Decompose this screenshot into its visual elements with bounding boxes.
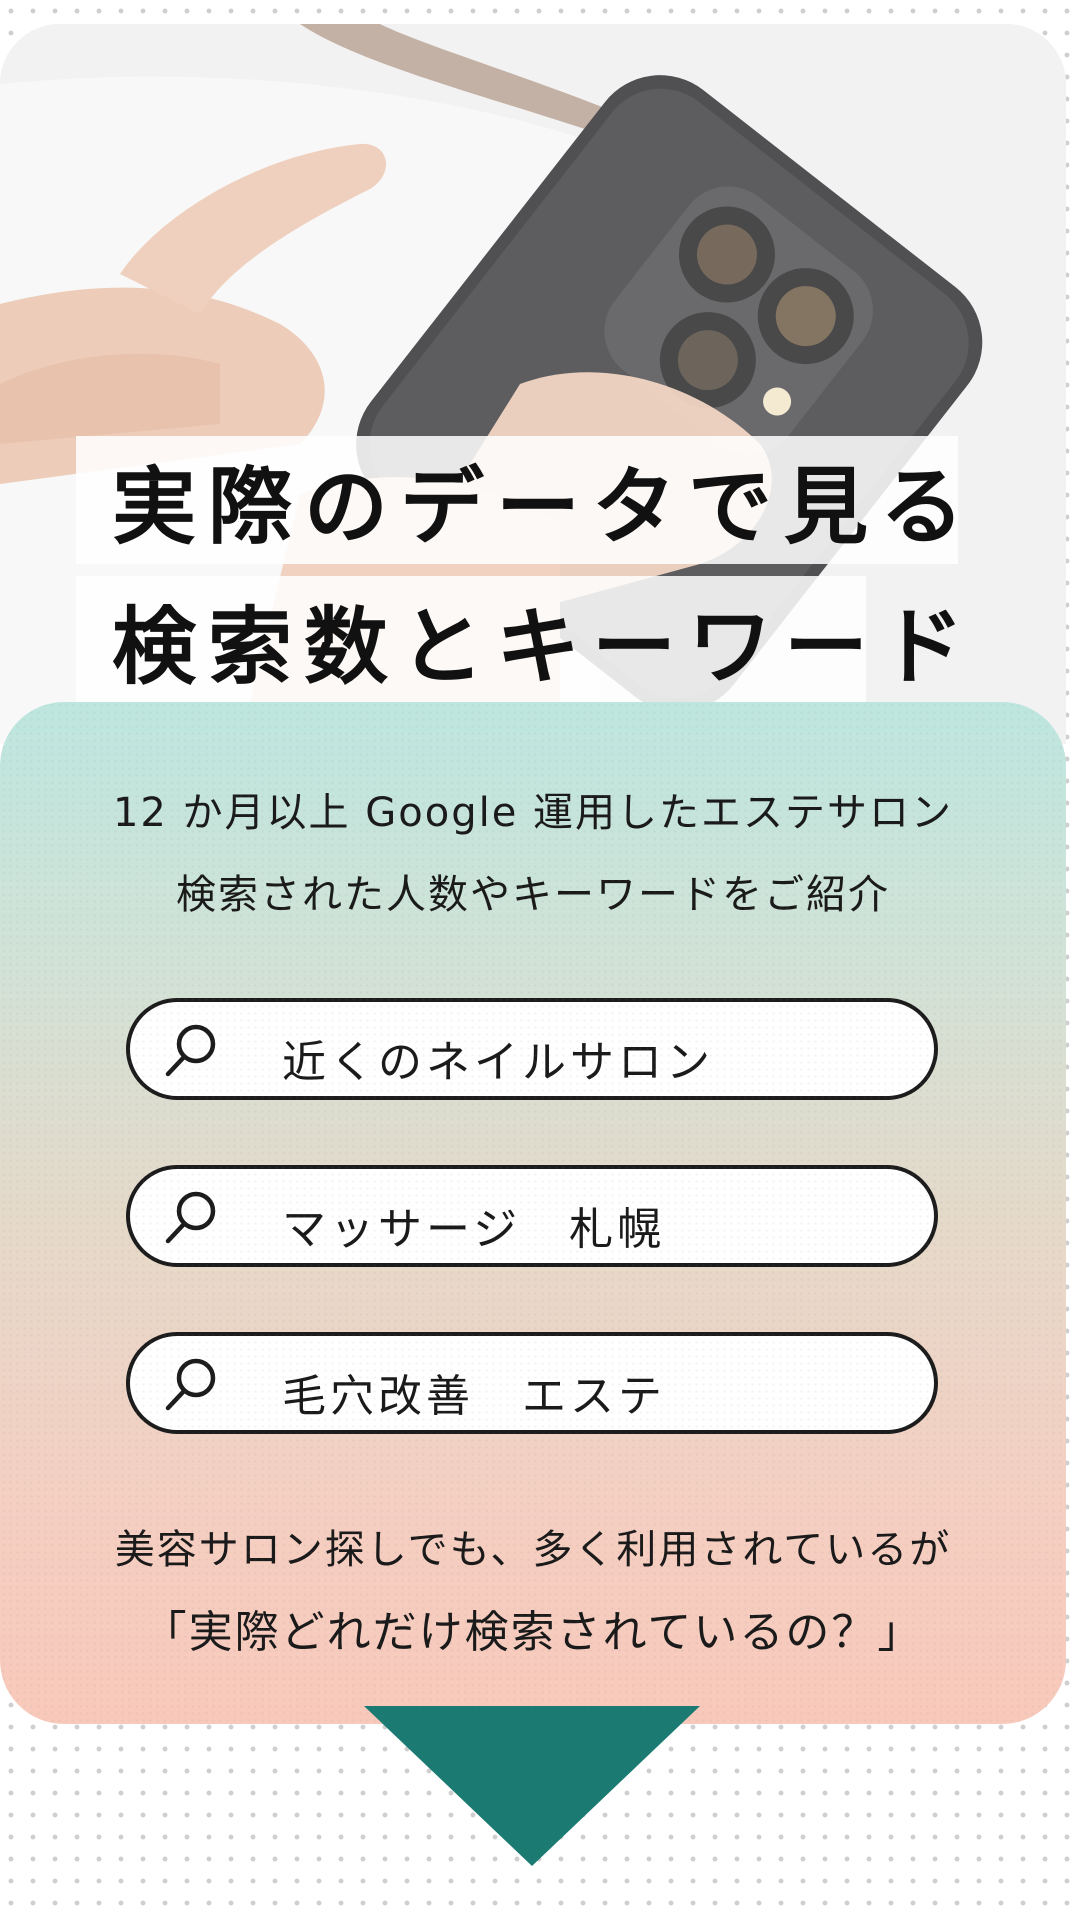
intro-text-line-2: 検索された人数やキーワードをご紹介 <box>176 872 890 918</box>
search-icon <box>165 1191 216 1244</box>
search-query-text: 近くのネイルサロン <box>282 1037 714 1088</box>
search-query-text: マッサージ 札幌 <box>282 1204 666 1255</box>
search-icon <box>165 1024 216 1077</box>
intro-text-line-1: 12 か月以上 Google 運用したエステサロン <box>112 790 954 836</box>
hero-title-line-1: 実際のデータで見る <box>76 436 964 564</box>
info-panel: 12 か月以上 Google 運用したエステサロン 検索された人数やキーワードを… <box>0 702 1066 1724</box>
search-icon <box>165 1358 216 1411</box>
search-query-text: 毛穴改善 エステ <box>282 1371 666 1422</box>
hero-image: 実際のデータで見る 検索数とキーワード <box>0 24 1066 744</box>
outro-text-line-2: 「実際どれだけ検索されているの？」 <box>142 1607 924 1658</box>
down-arrow-icon <box>364 1706 700 1866</box>
search-example-1: 近くのネイルサロン <box>126 998 938 1100</box>
hero-title-line-2: 検索数とキーワード <box>76 576 964 704</box>
search-example-3: 毛穴改善 エステ <box>126 1332 938 1434</box>
outro-text-line-1: 美容サロン探しでも、多く利用されているが <box>114 1527 952 1573</box>
search-example-2: マッサージ 札幌 <box>126 1165 938 1267</box>
